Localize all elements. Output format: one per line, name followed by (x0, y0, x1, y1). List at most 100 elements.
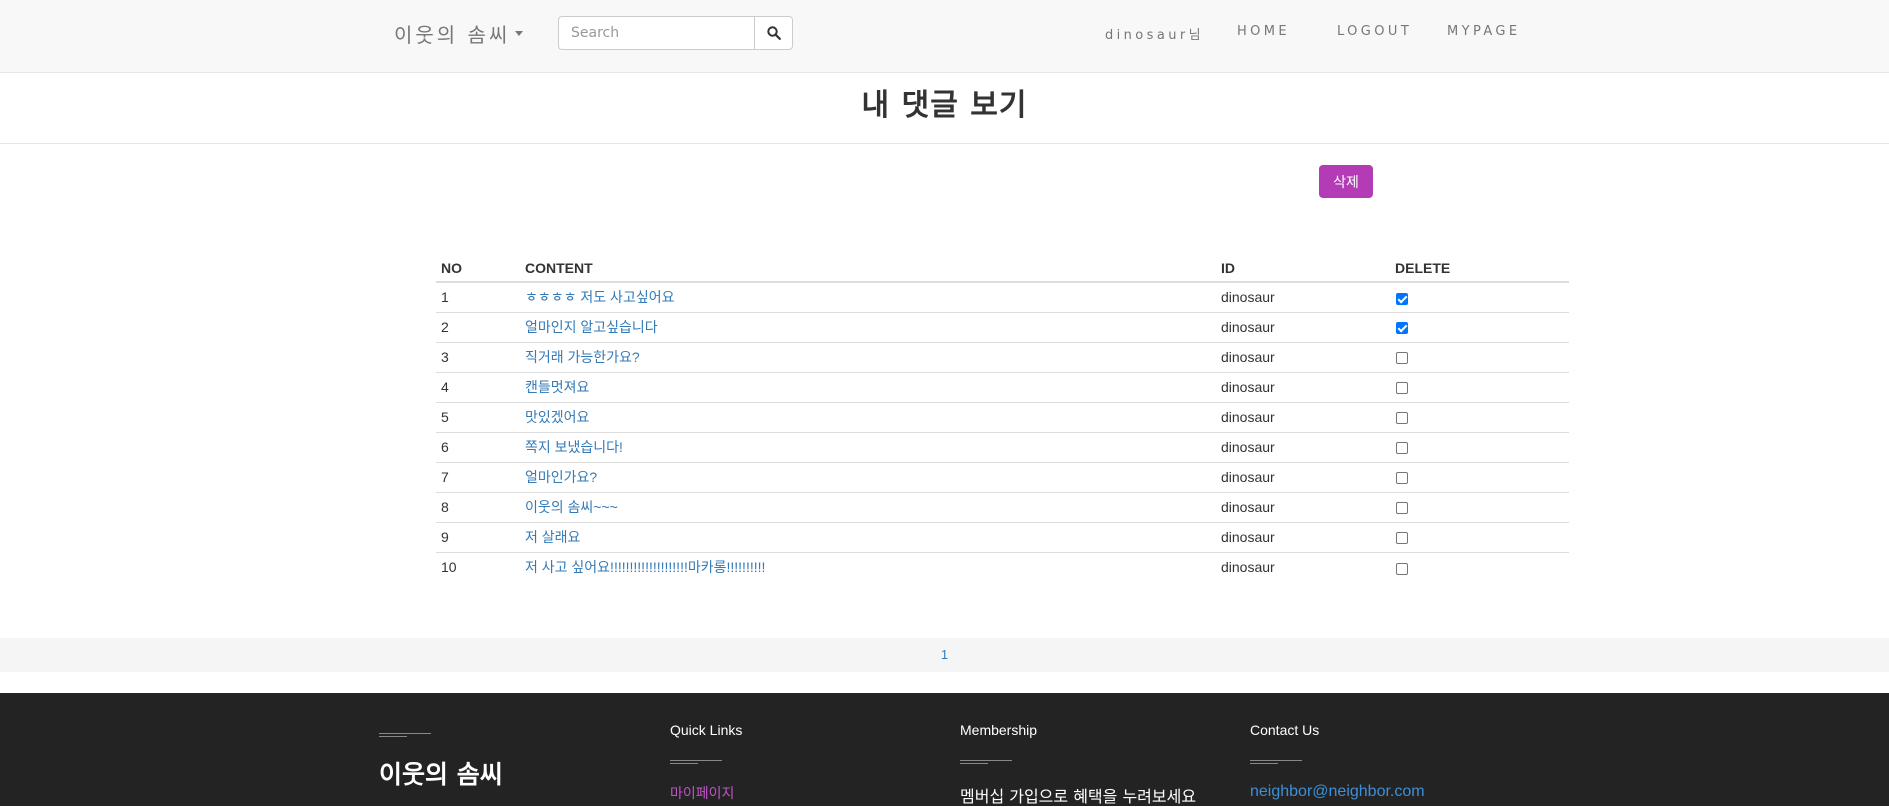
row-content-cell: 캔들멋져요 (520, 371, 1216, 402)
nav-links: dinosaur님 HOME LOGOUT MYPAGE (1105, 24, 1521, 43)
row-delete-cell (1390, 371, 1569, 402)
row-content-cell: 직거래 가능한가요? (520, 341, 1216, 372)
row-id: dinosaur (1216, 551, 1390, 582)
header-id: ID (1216, 258, 1390, 283)
membership-text: 멤버십 가입으로 혜택을 누려보세요 (960, 787, 1197, 806)
row-id: dinosaur (1216, 491, 1390, 522)
comment-link[interactable]: 얼마인가요? (525, 469, 597, 485)
contact-email[interactable]: neighbor@neighbor.com (1250, 783, 1425, 801)
nav-logout[interactable]: LOGOUT (1337, 24, 1447, 43)
brand-dropdown[interactable]: 이웃의 솜씨 (394, 19, 524, 48)
search-button[interactable] (754, 16, 793, 50)
footer-divider (379, 733, 431, 737)
delete-checkbox[interactable] (1396, 412, 1408, 425)
row-id: dinosaur (1216, 311, 1390, 342)
table-body: 1 ㅎㅎㅎㅎ 저도 사고싶어요 dinosaur 2 얼마인지 알고싶습니다 dinosa… (436, 281, 1569, 582)
table-row: 3 직거래 가능한가요? dinosaur (436, 341, 1569, 372)
search-input[interactable] (558, 16, 754, 50)
top-navbar: 이웃의 솜씨 dinosaur님 HOME LOGOUT MYPAGE (0, 0, 1889, 73)
pagination: 1 (0, 638, 1889, 672)
table-row: 10 저 사고 싶어요!!!!!!!!!!!!!!!!!!!!마카롱!!!!!!!… (436, 551, 1569, 582)
row-no: 4 (436, 371, 520, 402)
delete-button[interactable]: 삭제 (1319, 165, 1373, 198)
delete-checkbox[interactable] (1396, 322, 1408, 335)
delete-checkbox[interactable] (1396, 352, 1408, 365)
search-form (558, 16, 793, 50)
comment-link[interactable]: 저 살래요 (525, 529, 580, 545)
row-content-cell: 얼마인가요? (520, 461, 1216, 492)
nav-home[interactable]: HOME (1237, 24, 1322, 43)
table-row: 1 ㅎㅎㅎㅎ 저도 사고싶어요 dinosaur (436, 281, 1569, 312)
row-delete-cell (1390, 551, 1569, 582)
footer-divider (1250, 760, 1302, 764)
row-id: dinosaur (1216, 521, 1390, 552)
row-content-cell: 맛있겠어요 (520, 401, 1216, 432)
row-id: dinosaur (1216, 371, 1390, 402)
row-no: 6 (436, 431, 520, 462)
footer-logo: 이웃의 솜씨 (379, 760, 503, 789)
comment-link[interactable]: 캔들멋져요 (525, 379, 589, 395)
table-header-row: NO CONTENT ID DELETE (436, 258, 1569, 283)
header-no: NO (436, 258, 520, 283)
caret-down-icon (515, 31, 524, 36)
membership-heading: Membership (960, 722, 1038, 738)
comment-link[interactable]: 얼마인지 알고싶습니다 (525, 319, 658, 335)
search-icon (766, 26, 781, 40)
comment-link[interactable]: 저 사고 싶어요!!!!!!!!!!!!!!!!!!!!마카롱!!!!!!!!!… (525, 559, 765, 575)
table-row: 7 얼마인가요? dinosaur (436, 461, 1569, 492)
delete-checkbox[interactable] (1396, 442, 1408, 455)
row-no: 2 (436, 311, 520, 342)
brand-label: 이웃의 솜씨 (394, 23, 511, 47)
row-id: dinosaur (1216, 461, 1390, 492)
row-no: 7 (436, 461, 520, 492)
row-delete-cell (1390, 401, 1569, 432)
footer-divider (960, 760, 1012, 764)
delete-checkbox[interactable] (1396, 382, 1408, 395)
delete-checkbox[interactable] (1396, 472, 1408, 485)
table-row: 6 쪽지 보냈습니다! dinosaur (436, 431, 1569, 462)
page-title: 내 댓글 보기 (861, 88, 1028, 123)
row-delete-cell (1390, 311, 1569, 342)
table-row: 5 맛있겠어요 dinosaur (436, 401, 1569, 432)
table-row: 9 저 살래요 dinosaur (436, 521, 1569, 552)
nav-mypage[interactable]: MYPAGE (1447, 24, 1521, 43)
row-delete-cell (1390, 431, 1569, 462)
row-delete-cell (1390, 521, 1569, 552)
row-no: 1 (436, 281, 520, 312)
delete-checkbox[interactable] (1396, 562, 1408, 575)
footer-link-mypage[interactable]: 마이페이지 (670, 783, 734, 803)
contact-heading: Contact Us (1250, 722, 1320, 738)
page-link-1[interactable]: 1 (941, 647, 948, 662)
row-content-cell: ㅎㅎㅎㅎ 저도 사고싶어요 (520, 281, 1216, 312)
row-no: 3 (436, 341, 520, 372)
row-content-cell: 저 살래요 (520, 521, 1216, 552)
nav-user[interactable]: dinosaur님 (1105, 24, 1237, 43)
comment-link[interactable]: ㅎㅎㅎㅎ 저도 사고싶어요 (525, 289, 674, 305)
comment-link[interactable]: 이웃의 솜씨~~~ (525, 499, 618, 515)
row-content-cell: 얼마인지 알고싶습니다 (520, 311, 1216, 342)
comment-link[interactable]: 직거래 가능한가요? (525, 349, 640, 365)
row-id: dinosaur (1216, 431, 1390, 462)
row-delete-cell (1390, 281, 1569, 312)
table-row: 8 이웃의 솜씨~~~ dinosaur (436, 491, 1569, 522)
delete-checkbox[interactable] (1396, 532, 1408, 545)
row-id: dinosaur (1216, 281, 1390, 312)
row-delete-cell (1390, 491, 1569, 522)
table-row: 4 캔들멋져요 dinosaur (436, 371, 1569, 402)
comments-table: NO CONTENT ID DELETE 1 ㅎㅎㅎㅎ 저도 사고싶어요 dinos… (436, 258, 1569, 582)
footer-divider (670, 760, 722, 764)
row-no: 9 (436, 521, 520, 552)
comment-link[interactable]: 맛있겠어요 (525, 409, 589, 425)
row-content-cell: 저 사고 싶어요!!!!!!!!!!!!!!!!!!!!마카롱!!!!!!!!!… (520, 551, 1216, 582)
row-id: dinosaur (1216, 401, 1390, 432)
header-content: CONTENT (520, 258, 1216, 283)
row-id: dinosaur (1216, 341, 1390, 372)
table-row: 2 얼마인지 알고싶습니다 dinosaur (436, 311, 1569, 342)
row-no: 8 (436, 491, 520, 522)
delete-checkbox[interactable] (1396, 292, 1408, 305)
delete-checkbox[interactable] (1396, 502, 1408, 515)
row-delete-cell (1390, 341, 1569, 372)
comment-link[interactable]: 쪽지 보냈습니다! (525, 439, 623, 455)
row-delete-cell (1390, 461, 1569, 492)
row-no: 5 (436, 401, 520, 432)
